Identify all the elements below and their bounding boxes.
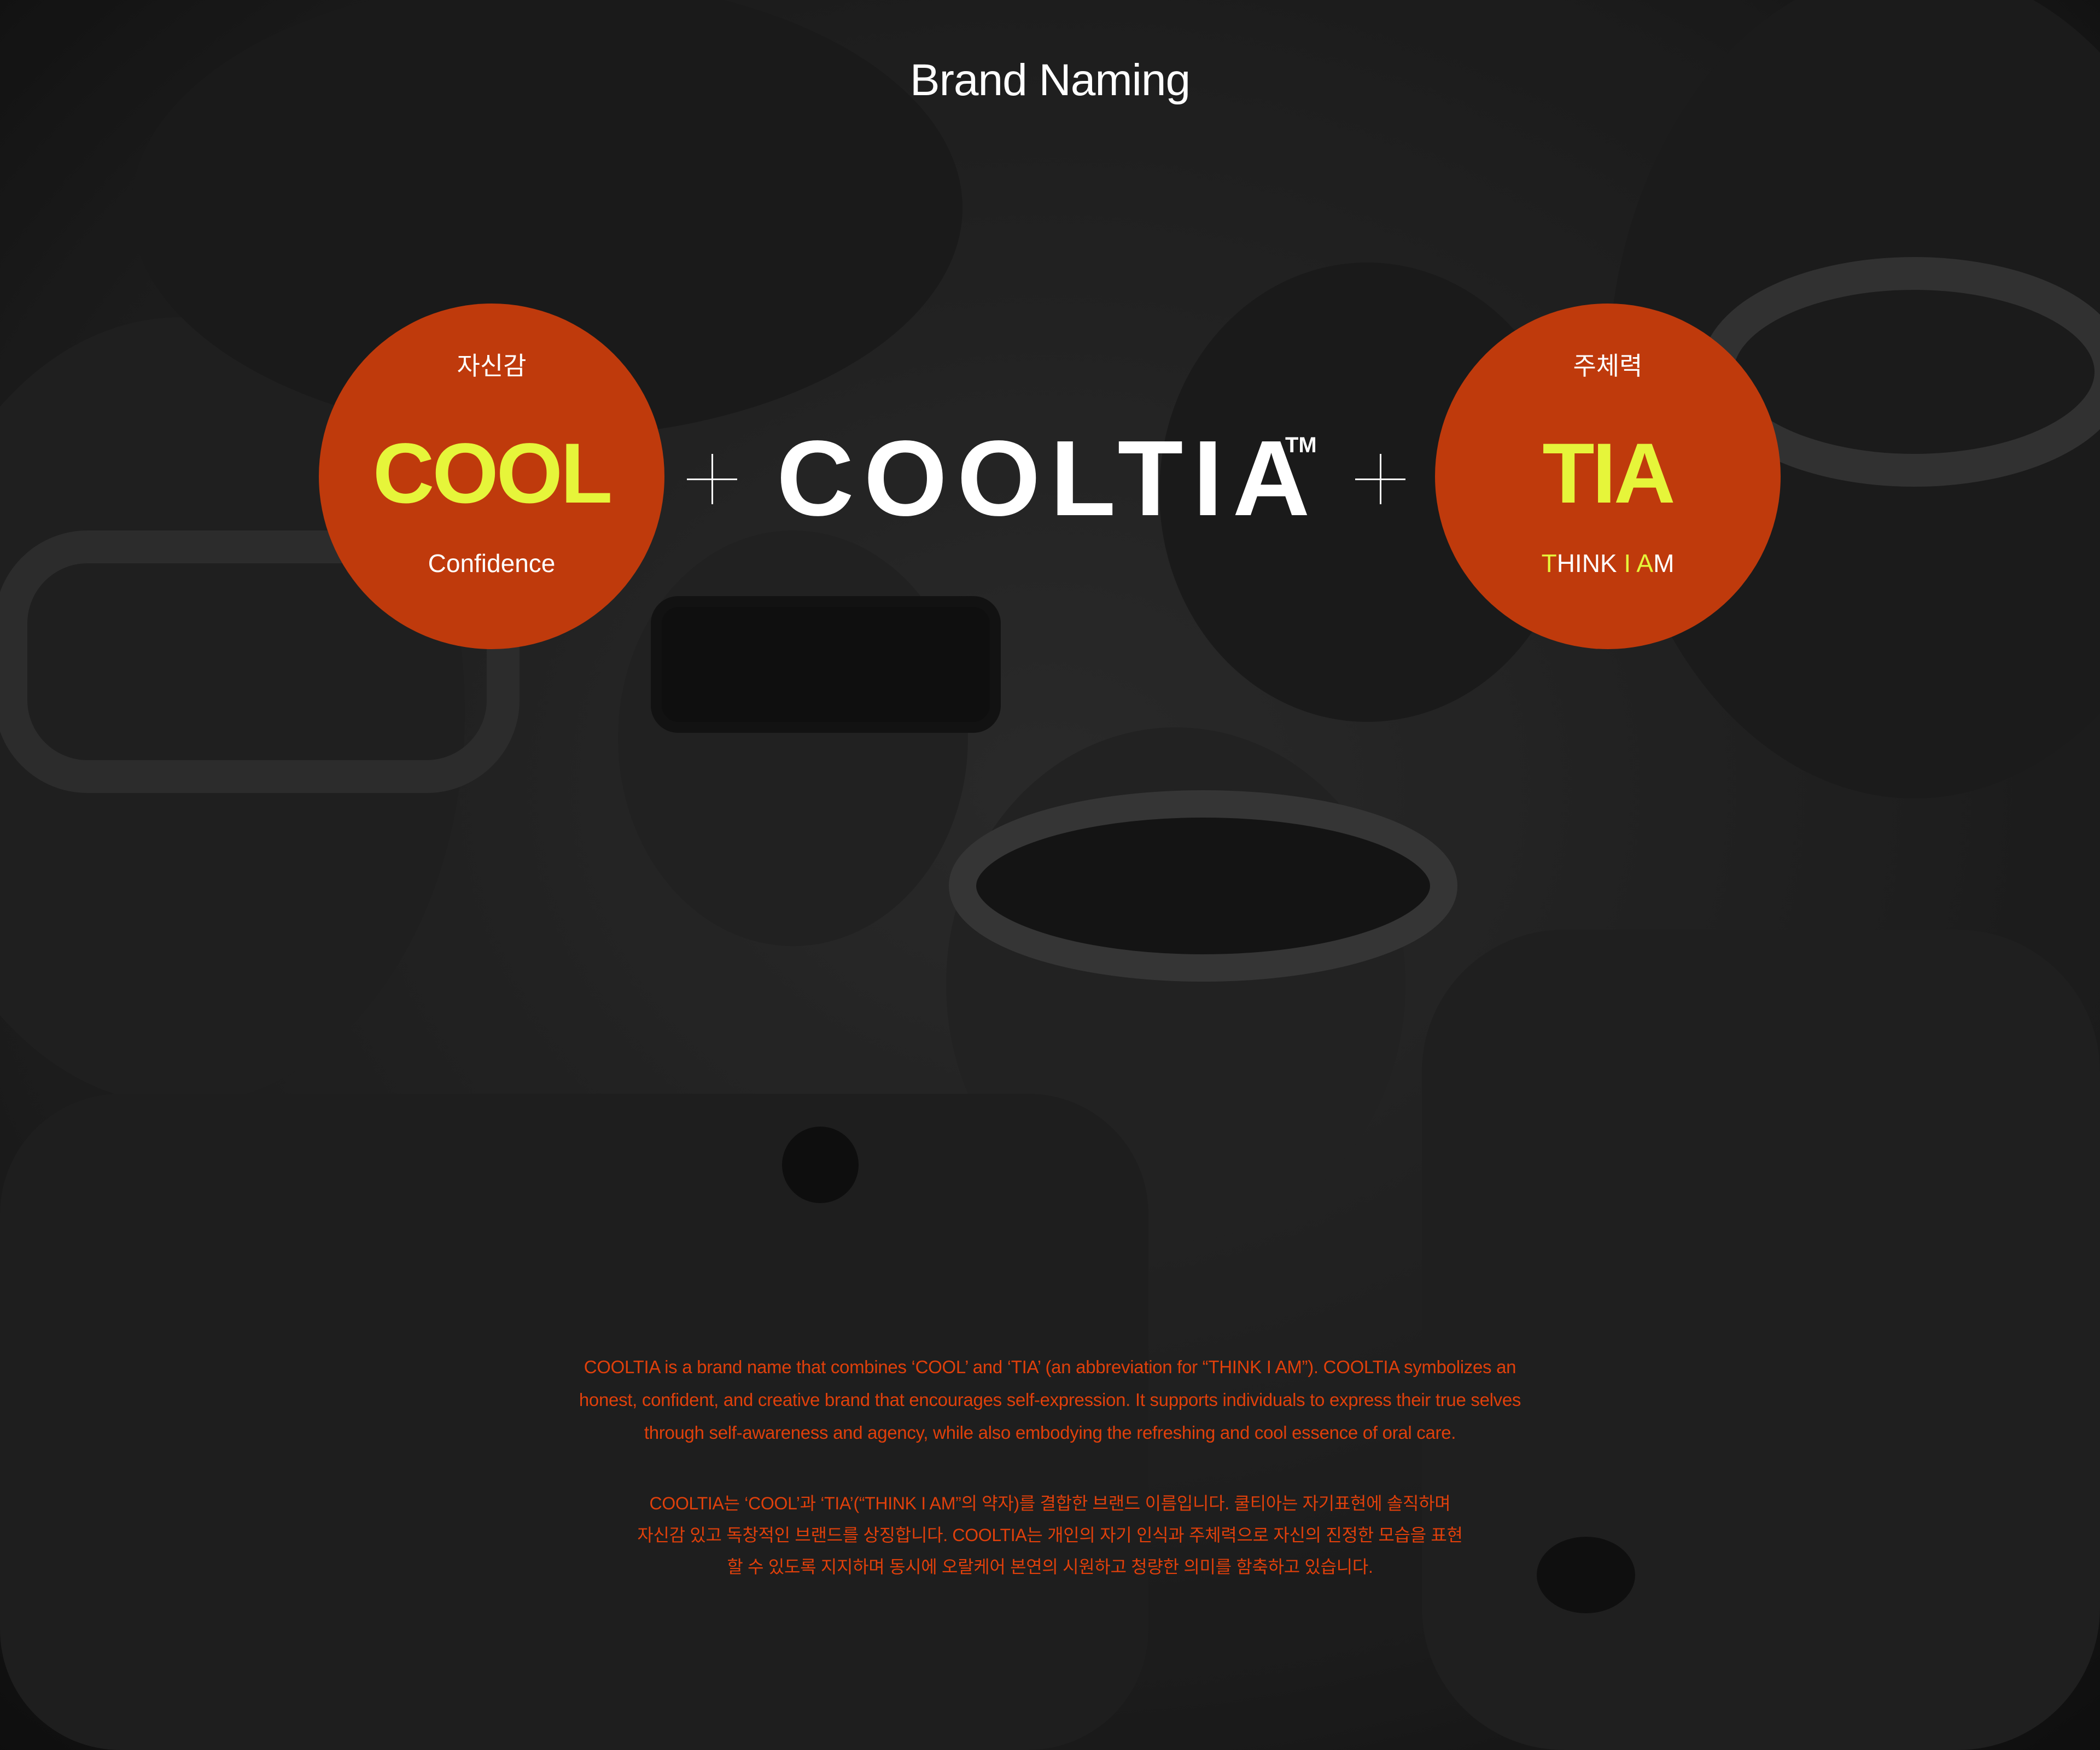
tia-meaning-t: T <box>1541 549 1557 578</box>
cool-circle: 자신감 COOL Confidence <box>319 304 664 649</box>
description-kr-line: 할 수 있도록 지지하며 동시에 오랄케어 본연의 시원하고 청량한 의미를 함… <box>727 1557 1373 1577</box>
description-en-line: COOLTIA is a brand name that combines ‘C… <box>584 1357 1516 1377</box>
tia-korean-label: 주체력 <box>1573 352 1643 380</box>
cooltia-logo: COOLTIA TM <box>771 421 1329 536</box>
trademark-symbol: TM <box>1285 433 1317 457</box>
description-en-line: through self-awareness and agency, while… <box>644 1422 1456 1443</box>
cool-meaning: Confidence <box>428 549 556 578</box>
cool-word: COOL <box>372 426 613 521</box>
plus-icon-right <box>1355 454 1405 504</box>
brand-naming-page: Brand Naming 자신감 COOL Confidence COOLTIA… <box>0 0 2100 1750</box>
description-korean: COOLTIA는 ‘COOL’과 ‘TIA’(“THINK I AM”의 약자)… <box>0 1488 2100 1583</box>
cool-korean-label: 자신감 <box>457 352 527 380</box>
tia-meaning-m: M <box>1653 549 1675 578</box>
tia-meaning-a: A <box>1636 549 1654 578</box>
tia-word: TIA <box>1542 426 1675 521</box>
description-kr-line: 자신감 있고 독창적인 브랜드를 상징합니다. COOLTIA는 개인의 자기 … <box>637 1525 1463 1545</box>
description-en-line: honest, confident, and creative brand th… <box>579 1390 1521 1410</box>
description-kr-line: COOLTIA는 ‘COOL’과 ‘TIA’(“THINK I AM”의 약자)… <box>649 1494 1451 1513</box>
tia-meaning-i: I <box>1624 549 1631 578</box>
tia-meaning-hink: HINK <box>1556 549 1624 578</box>
description-english: COOLTIA is a brand name that combines ‘C… <box>0 1351 2100 1449</box>
tia-meaning-space <box>1631 549 1636 578</box>
logo-wordmark: COOLTIA <box>777 418 1320 538</box>
tia-meaning: THINK I AM <box>1435 549 1781 578</box>
plus-icon-left <box>687 454 737 504</box>
page-title: Brand Naming <box>909 55 1191 105</box>
tia-circle: 주체력 TIA THINK I AM <box>1435 304 1781 649</box>
